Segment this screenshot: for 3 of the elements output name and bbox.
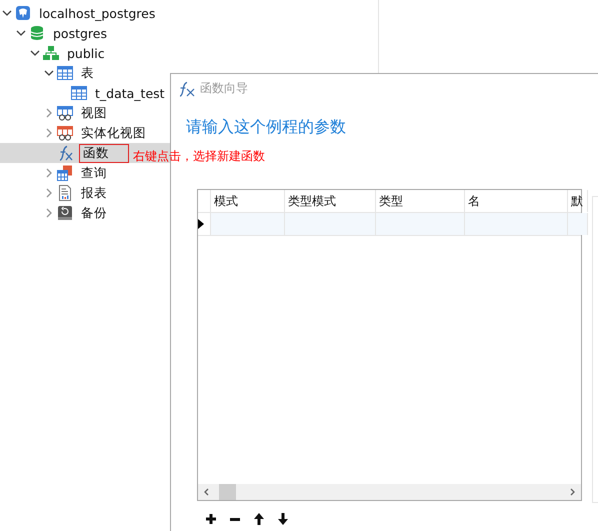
dialog-heading: 请输入这个例程的参数: [186, 117, 347, 138]
annotation-text: 右键点击，选择新建函数: [133, 148, 265, 165]
dialog-title: 函数向导: [200, 80, 248, 97]
